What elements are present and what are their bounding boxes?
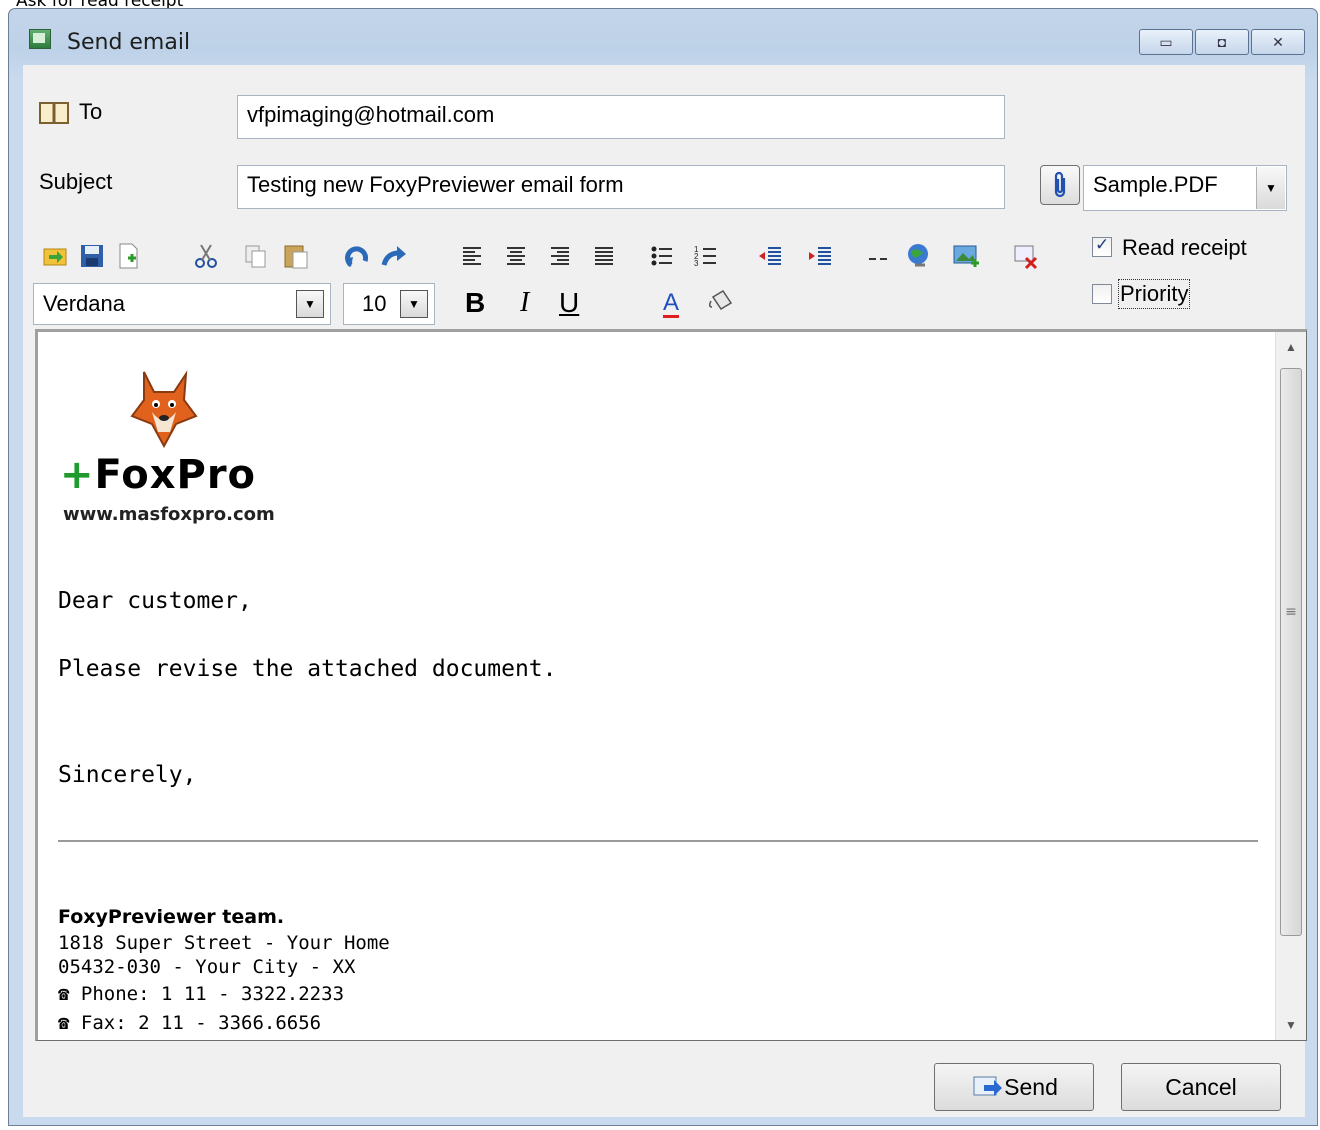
chevron-down-icon[interactable]: ▼ [1256,167,1285,209]
numbered-list-icon[interactable]: 123 [691,241,721,271]
font-color-button[interactable]: A [663,291,680,318]
remove-format-icon[interactable] [1011,241,1041,271]
restore-icon: ◘ [1217,34,1227,50]
phone-icon: ☎ [58,983,70,1005]
align-right-icon[interactable] [545,241,575,271]
close-button[interactable]: ✕ [1251,29,1305,55]
logo-url: www.masfoxpro.com [63,504,275,525]
italic-button[interactable]: I [520,287,529,319]
attach-button[interactable] [1040,165,1080,205]
outdent-icon[interactable] [755,241,785,271]
font-size-select[interactable]: 10 ▼ [343,283,435,325]
title-bar[interactable]: Send email ▭ ◘ ✕ [9,9,1317,59]
to-label: To [79,99,103,124]
body-line: Please revise the attached document. [58,656,557,682]
close-icon: ✕ [1272,33,1284,50]
read-receipt-label: Read receipt [1122,235,1247,260]
message-editor[interactable]: +FoxPro www.masfoxpro.com Dear customer,… [35,329,1307,1041]
scroll-down-icon[interactable]: ▼ [1276,1018,1306,1032]
paint-bucket-icon[interactable] [705,287,735,317]
paste-icon[interactable] [281,241,311,271]
address-book-icon[interactable] [39,102,69,124]
signature-fax-row: ☎ Fax: 2 11 - 3366.6656 [58,1012,321,1034]
redo-icon[interactable] [379,241,409,271]
signature-fax: Fax: 2 11 - 3366.6656 [80,1012,322,1034]
vertical-scrollbar[interactable]: ▲ ≡ ▼ [1275,332,1306,1040]
subject-field[interactable]: Testing new FoxyPreviewer email form [237,165,1005,209]
cancel-button[interactable]: Cancel [1121,1063,1281,1111]
svg-text:3: 3 [694,259,699,268]
attachment-select[interactable]: Sample.PDF ▼ [1083,165,1287,211]
bold-button[interactable]: B [465,287,485,319]
logo-name: +FoxPro [60,452,256,498]
priority-checkbox[interactable] [1092,284,1112,304]
align-center-icon[interactable] [501,241,531,271]
logo-plus: + [60,452,95,498]
save-icon[interactable] [77,241,107,271]
signature-team: FoxyPreviewer team. [58,906,285,928]
send-label: Send [1004,1073,1058,1100]
signature-phone-row: ☎ Phone: 1 11 - 3322.2233 [58,983,344,1005]
signature-phone: Phone: 1 11 - 3322.2233 [80,983,345,1005]
align-left-icon[interactable] [457,241,487,271]
fax-icon: ☎ [58,1012,70,1034]
signature-address1: 1818 Super Street - Your Home [58,932,390,954]
greeting-text: Dear customer, [58,588,252,614]
font-size-value: 10 [362,291,387,316]
chevron-down-icon[interactable]: ▼ [400,290,428,318]
font-name-select[interactable]: Verdana ▼ [33,283,331,325]
copy-icon[interactable] [241,241,271,271]
send-icon [973,1076,1003,1096]
cut-icon[interactable] [191,241,221,271]
attachment-value: Sample.PDF [1093,172,1218,197]
send-email-window: Send email ▭ ◘ ✕ To vfpimaging@hotmail.c… [8,8,1318,1126]
signature-divider [58,840,1258,842]
scroll-grip-icon: ≡ [1285,604,1297,620]
cancel-label: Cancel [1165,1073,1237,1100]
scroll-up-icon[interactable]: ▲ [1276,340,1306,354]
to-field[interactable]: vfpimaging@hotmail.com [237,95,1005,139]
minimize-button[interactable]: ▭ [1139,29,1193,55]
priority-label: Priority [1117,279,1191,309]
app-icon [29,29,51,49]
logo-word: FoxPro [94,452,257,498]
font-name-value: Verdana [43,291,125,316]
chevron-down-icon[interactable]: ▼ [296,290,324,318]
insert-image-icon[interactable] [951,241,981,271]
window-title: Send email [67,30,191,55]
underline-button[interactable]: U [559,287,579,319]
read-receipt-checkbox[interactable] [1092,235,1112,257]
new-icon[interactable] [113,241,143,271]
indent-icon[interactable] [805,241,835,271]
hyperlink-icon[interactable] [903,241,933,271]
fox-logo-icon [130,370,198,448]
send-button[interactable]: Send [934,1063,1094,1111]
caption-buttons: ▭ ◘ ✕ [1137,29,1305,55]
signature-address2: 05432-030 - Your City - XX [58,956,356,978]
scroll-thumb[interactable] [1280,368,1302,936]
minimize-icon: ▭ [1159,33,1173,50]
restore-button[interactable]: ◘ [1195,29,1249,55]
bullet-list-icon[interactable] [647,241,677,271]
undo-icon[interactable] [341,241,371,271]
subject-label: Subject [39,169,113,194]
open-icon[interactable] [41,241,71,271]
client-area: To vfpimaging@hotmail.com Subject Testin… [23,65,1307,1117]
paperclip-icon [1054,171,1066,198]
horizontal-rule-icon[interactable] [863,241,893,271]
closing-text: Sincerely, [58,762,197,788]
justify-icon[interactable] [589,241,619,271]
